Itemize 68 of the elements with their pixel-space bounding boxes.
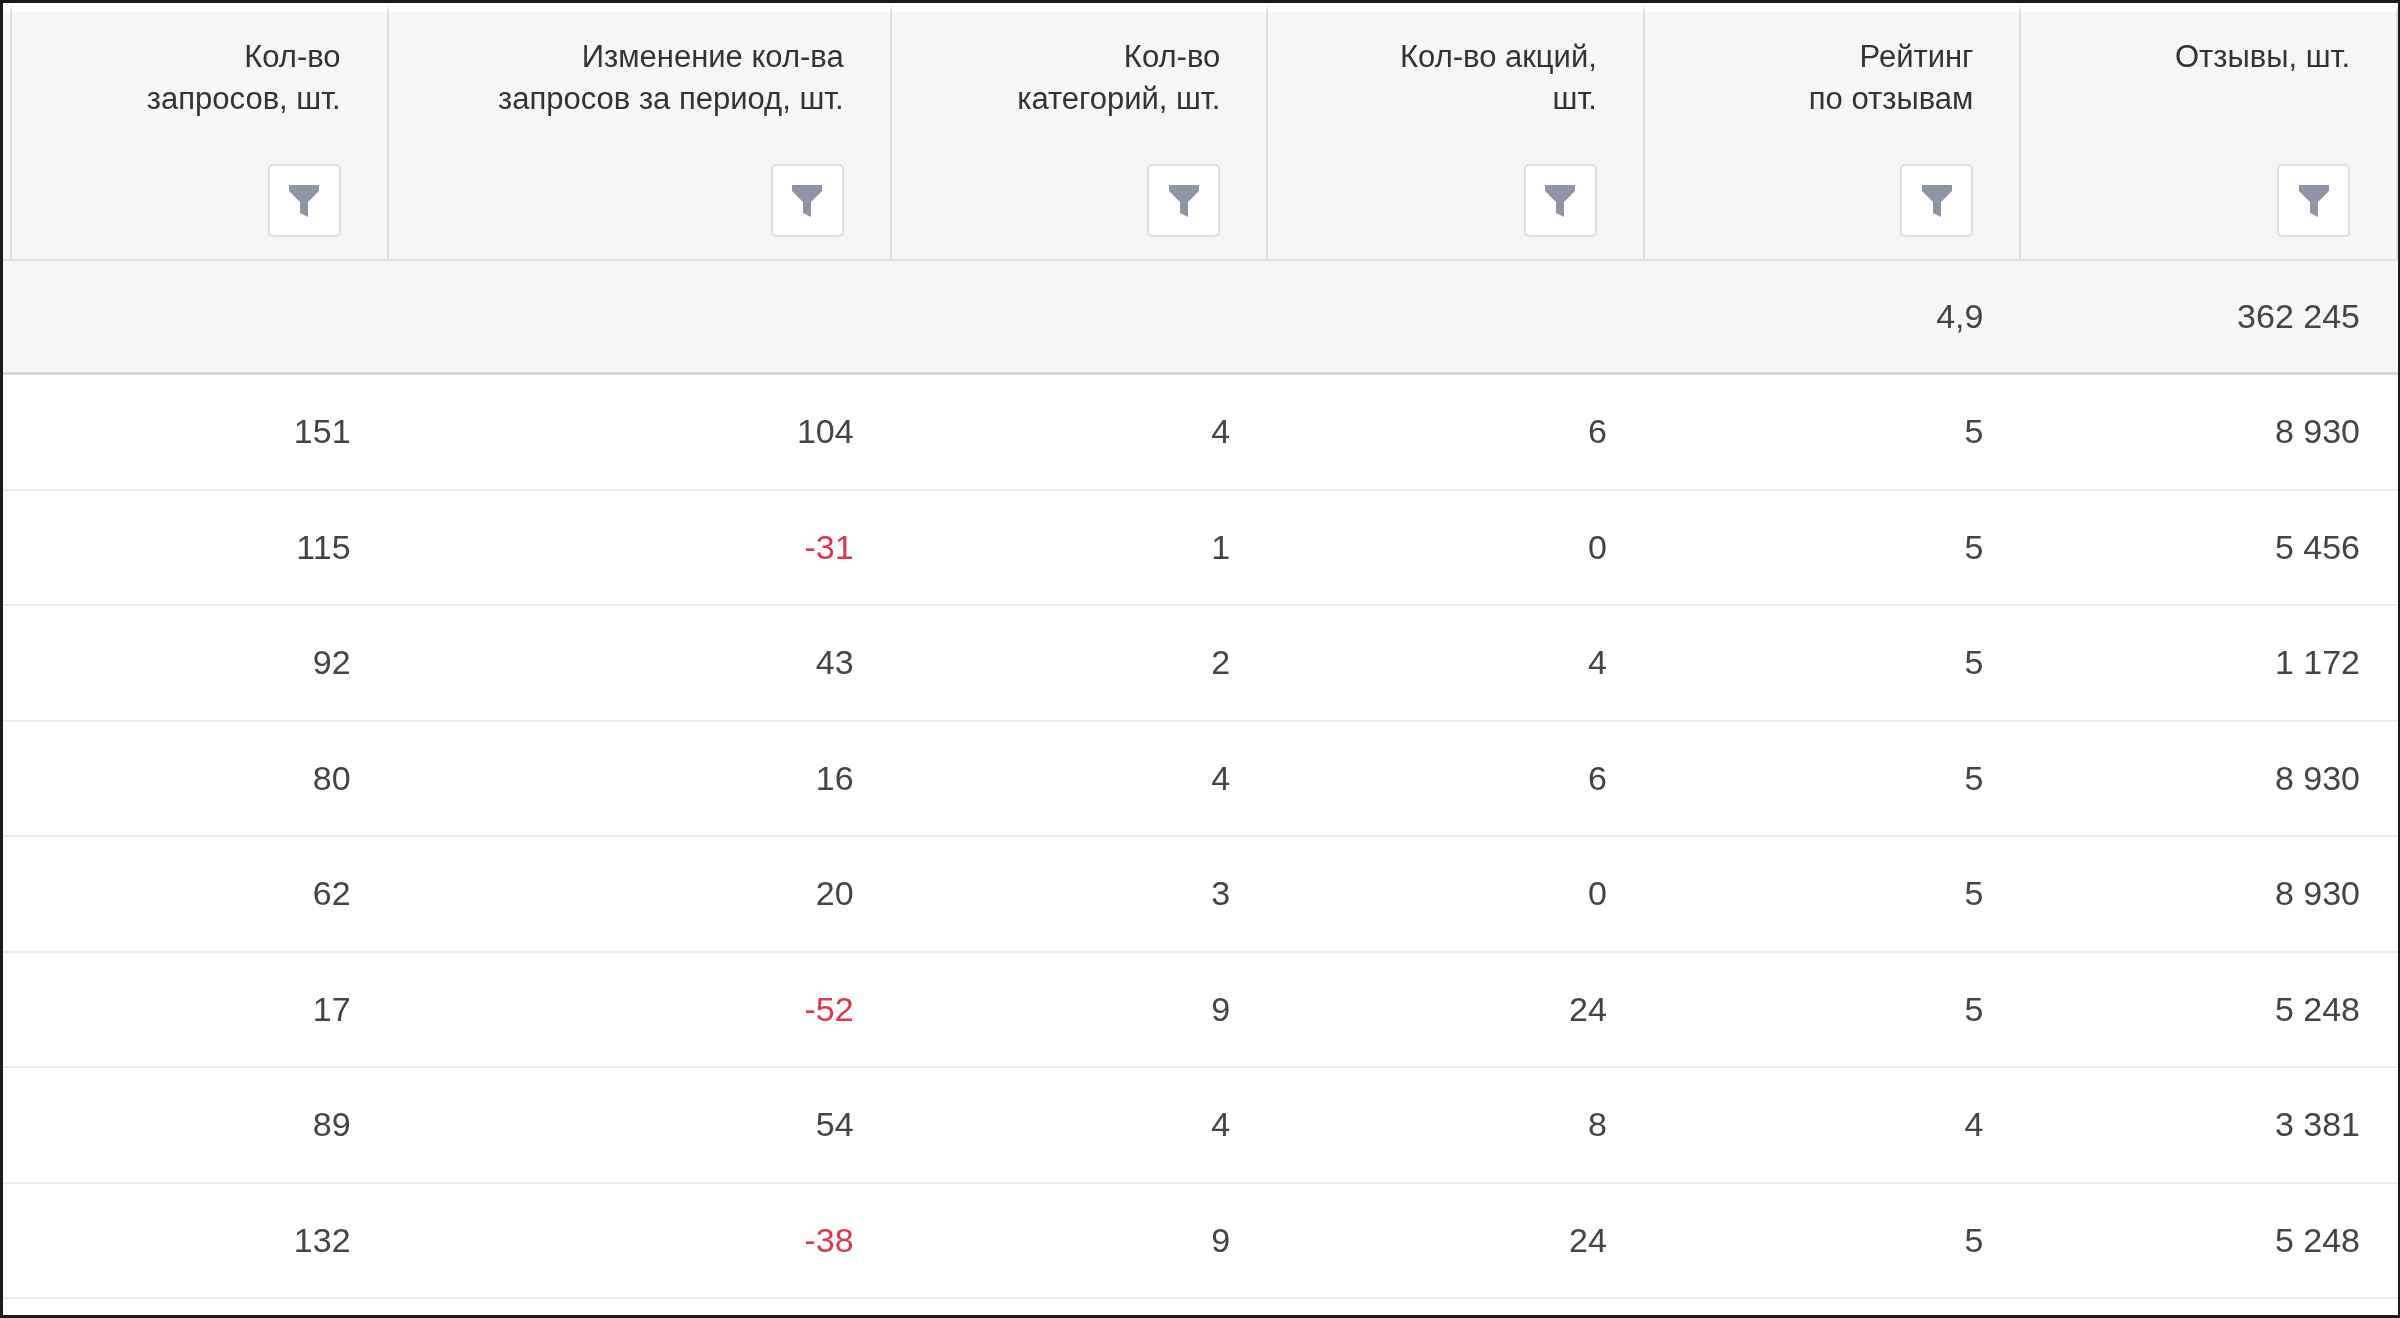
column-title: Кол-во запросов, шт. [146, 38, 341, 118]
table-cell: 8 930 [2274, 874, 2360, 914]
table-cell: 151 [293, 412, 351, 452]
filter-button[interactable] [1900, 164, 1974, 237]
filter-button[interactable] [1147, 164, 1221, 237]
table-cell: 5 [1964, 412, 1984, 452]
table-cell: -38 [804, 1220, 854, 1260]
table-cell: 62 [312, 874, 351, 914]
table-cell: 5 [1964, 527, 1984, 567]
filter-button[interactable] [2277, 164, 2350, 237]
filter-icon [1545, 184, 1576, 217]
total-value: 4,9 [1936, 297, 1984, 336]
table-cell: -52 [804, 989, 854, 1029]
table-cell: 17 [312, 989, 351, 1029]
table-cell: 0 [1587, 874, 1607, 914]
table-cell: 20 [815, 874, 854, 914]
table-cell: 4 [1211, 1105, 1231, 1145]
table-cell: 6 [1587, 412, 1607, 452]
table-cell: 5 248 [2274, 989, 2360, 1029]
table-cell: 89 [312, 1105, 351, 1145]
table-cell: 6 [1587, 758, 1607, 798]
table-cell: 104 [796, 412, 854, 452]
column-title: Отзывы, шт. [2174, 38, 2350, 76]
filter-icon [289, 184, 320, 217]
table-cell: 8 930 [2274, 412, 2360, 452]
filter-icon [2298, 184, 2329, 217]
filter-icon [792, 184, 823, 217]
table-cell: 80 [312, 758, 351, 798]
table-cell: -31 [804, 527, 854, 567]
filter-icon [1168, 184, 1199, 217]
table-cell: 4 [1211, 412, 1231, 452]
table-cell: 1 172 [2274, 643, 2360, 683]
table-cell: 92 [312, 643, 351, 683]
table-cell: 1 [1211, 527, 1231, 567]
total-value: 362 245 [2237, 297, 2360, 336]
column-title: Рейтинг по отзывам [1808, 38, 1974, 118]
table-cell: 5 [1964, 758, 1984, 798]
table-cell: 16 [815, 758, 854, 798]
table-cell: 2 [1211, 643, 1231, 683]
column-title: Кол-во акций, шт. [1400, 38, 1597, 118]
table-cell: 115 [296, 527, 351, 567]
table-cell: 132 [293, 1220, 351, 1260]
table-cell: 5 [1964, 643, 1984, 683]
column-title: Изменение кол-ва запросов за период, шт. [498, 38, 844, 118]
table-cell: 24 [1569, 989, 1607, 1029]
table-cell: 5 456 [2274, 527, 2360, 567]
table-cell: 4 [1587, 643, 1607, 683]
table-cell: 5 [1964, 874, 1984, 914]
table-cell: 4 [1211, 758, 1231, 798]
table-cell: 0 [1587, 527, 1607, 567]
table-cell: 24 [1569, 1220, 1607, 1260]
table-cell: 5 248 [2274, 1220, 2360, 1260]
column-title: Кол-во категорий, шт. [1017, 38, 1221, 118]
filter-icon [1921, 184, 1952, 217]
table-cell: 4 [1964, 1105, 1984, 1145]
table-cell: 54 [815, 1105, 854, 1145]
table-cell: 9 [1211, 989, 1231, 1029]
table-cell: 43 [815, 643, 854, 683]
table-cell: 3 [1211, 874, 1231, 914]
table-cell: 9 [1211, 1220, 1231, 1260]
filter-button[interactable] [267, 164, 341, 237]
table-cell: 8 [1587, 1105, 1607, 1145]
table-cell: 5 [1964, 989, 1984, 1029]
table-cell: 5 [1964, 1220, 1984, 1260]
filter-button[interactable] [1523, 164, 1597, 237]
filter-button[interactable] [770, 164, 844, 237]
table-cell: 8 930 [2274, 758, 2360, 798]
table-cell: 3 381 [2274, 1105, 2360, 1145]
